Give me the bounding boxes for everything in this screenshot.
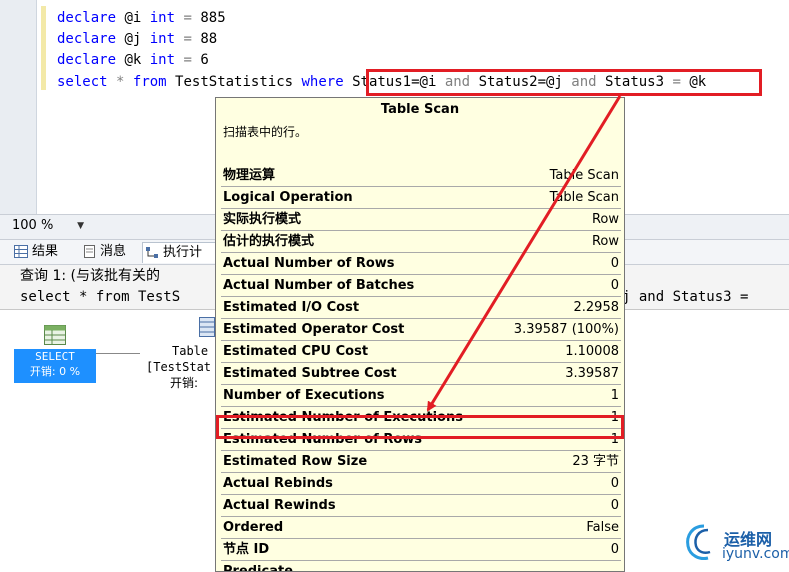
document-icon xyxy=(84,245,95,258)
table-scan-node[interactable]: Table [TestStat 开销: xyxy=(146,343,216,391)
plan-icon xyxy=(146,247,158,258)
property-name: 节点 ID xyxy=(223,542,270,557)
tooltip-property-row: Actual Number of Rows 0 xyxy=(221,253,621,275)
tooltip-property-row: Estimated Operator Cost 3.39587 (100%) xyxy=(221,319,621,341)
tooltip-description: 扫描表中的行。 xyxy=(223,125,308,139)
property-value: 0 xyxy=(610,542,619,557)
zoom-select[interactable]: 100 % ▼ xyxy=(12,218,84,234)
tooltip-property-row: 节点 ID 0 xyxy=(221,539,621,561)
tooltip-property-row: Estimated Subtree Cost 3.39587 xyxy=(221,363,621,385)
tooltip-property-row: Actual Rewinds 0 xyxy=(221,495,621,517)
property-value: Table Scan xyxy=(549,168,619,183)
tooltip-property-row: Number of Executions 1 xyxy=(221,385,621,407)
property-name: Actual Rewinds xyxy=(223,498,336,513)
property-name: Estimated Operator Cost xyxy=(223,322,405,337)
property-name: 实际执行模式 xyxy=(223,212,302,227)
tab-results[interactable]: 结果 xyxy=(12,242,84,262)
tooltip-predicate-label: Predicate xyxy=(223,564,294,572)
query-title: 查询 1: (与该批有关的 xyxy=(20,268,160,284)
property-value: Table Scan xyxy=(549,190,619,205)
property-value: False xyxy=(586,520,619,535)
table-scan-icon[interactable] xyxy=(199,317,215,337)
select-operator-icon[interactable] xyxy=(44,325,66,345)
property-value: 0 xyxy=(610,498,619,513)
property-value: Row xyxy=(591,234,619,249)
code-line-1[interactable]: declare @i int = 885 xyxy=(57,8,226,29)
watermark-logo-icon xyxy=(686,524,711,560)
tooltip-property-row: Logical Operation Table Scan xyxy=(221,187,621,209)
property-value: 3.39587 (100%) xyxy=(513,322,619,337)
property-name: Ordered xyxy=(223,520,284,535)
property-value: 3.39587 xyxy=(565,366,619,381)
tooltip-property-row: 物理运算 Table Scan xyxy=(221,165,621,187)
tooltip-property-row: 实际执行模式 Row xyxy=(221,209,621,231)
property-name: Actual Rebinds xyxy=(223,476,333,491)
tooltip-property-row: Actual Rebinds 0 xyxy=(221,473,621,495)
property-name: Logical Operation xyxy=(223,190,353,205)
tooltip-property-row: Estimated Row Size 23 字节 xyxy=(221,451,621,473)
editor-gutter xyxy=(0,0,37,214)
grid-icon xyxy=(14,245,28,258)
property-value: 0 xyxy=(610,256,619,271)
estimated-rows-highlight xyxy=(216,415,624,439)
watermark-en: iyunv.com xyxy=(722,546,789,562)
property-name: Number of Executions xyxy=(223,388,385,403)
property-value: 1.10008 xyxy=(565,344,619,359)
tooltip-property-row: Ordered False xyxy=(221,517,621,539)
select-operator-node[interactable]: SELECT 开销: 0 % xyxy=(14,349,96,383)
query-text-tail: j and Status3 = xyxy=(622,289,749,305)
property-name: Actual Number of Rows xyxy=(223,256,395,271)
where-clause-highlight xyxy=(366,69,762,96)
property-name: Estimated Row Size xyxy=(223,454,368,469)
dropdown-arrow-icon[interactable]: ▼ xyxy=(77,218,84,234)
operator-tooltip: Table Scan 扫描表中的行。 物理运算 Table Scan Logical… xyxy=(215,97,625,572)
property-value: 0 xyxy=(610,476,619,491)
tooltip-title: Table Scan xyxy=(380,102,460,117)
change-indicator xyxy=(41,6,46,90)
site-watermark: 运维网 iyunv.com xyxy=(684,520,789,566)
code-line-2[interactable]: declare @j int = 88 xyxy=(57,29,217,50)
property-value: 2.2958 xyxy=(573,300,620,315)
tooltip-property-row: Actual Number of Batches 0 xyxy=(221,275,621,297)
tooltip-property-row: Estimated CPU Cost 1.10008 xyxy=(221,341,621,363)
property-name: Estimated I/O Cost xyxy=(223,300,360,315)
property-name: Estimated Subtree Cost xyxy=(223,366,397,381)
plan-connector xyxy=(96,353,140,354)
tooltip-property-row: 估计的执行模式 Row xyxy=(221,231,621,253)
property-name: 估计的执行模式 xyxy=(223,234,315,249)
query-text: select * from TestS xyxy=(20,289,181,305)
code-line-3[interactable]: declare @k int = 6 xyxy=(57,50,209,71)
property-value: 23 字节 xyxy=(572,454,619,469)
zoom-value: 100 % xyxy=(12,218,54,233)
property-value: 1 xyxy=(610,388,619,403)
property-name: Actual Number of Batches xyxy=(223,278,415,293)
tooltip-property-row: Estimated I/O Cost 2.2958 xyxy=(221,297,621,319)
tooltip-properties: 物理运算 Table Scan Logical Operation Table Sca… xyxy=(221,165,621,561)
property-name: Estimated CPU Cost xyxy=(223,344,369,359)
property-value: 0 xyxy=(610,278,619,293)
property-name: 物理运算 xyxy=(223,168,276,183)
property-value: Row xyxy=(591,212,619,227)
